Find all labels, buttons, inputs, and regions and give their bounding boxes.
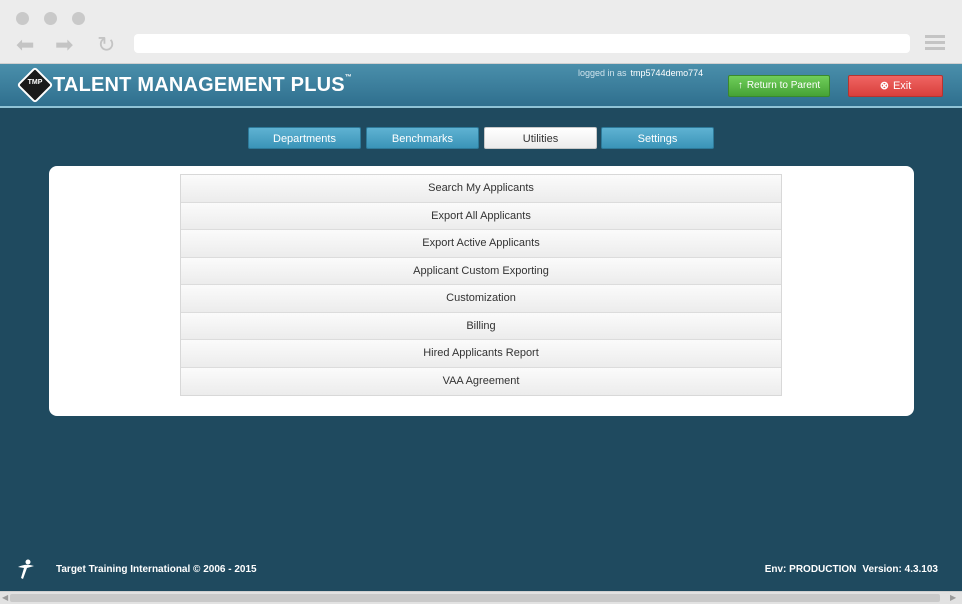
menu-item-export-all-applicants[interactable]: Export All Applicants [181,202,781,230]
exit-button[interactable]: ⊗ Exit [848,75,943,97]
app-header: TMP TALENT MANAGEMENT PLUS™ logged in as… [0,64,962,108]
username: tmp5744demo774 [630,68,704,78]
scroll-left-icon[interactable]: ◀ [2,593,8,602]
reload-icon[interactable]: ↻ [97,34,115,56]
menu-item-customization[interactable]: Customization [181,285,781,313]
tab-settings[interactable]: Settings [601,127,714,149]
close-circle-icon: ⊗ [879,80,889,92]
arrow-up-icon: ↑ [737,80,743,91]
window-close-dot[interactable] [16,12,29,25]
window-minimize-dot[interactable] [44,12,57,25]
env-label: Env: PRODUCTION [764,564,857,575]
address-bar[interactable] [134,34,910,53]
window-maximize-dot[interactable] [72,12,85,25]
utilities-panel: Search My Applicants Export All Applican… [49,166,914,416]
app-title: TALENT MANAGEMENT PLUS™ [53,74,352,96]
menu-item-search-my-applicants[interactable]: Search My Applicants [181,175,781,203]
back-arrow-icon[interactable]: ⬅ [16,34,34,56]
login-info: logged in as tmp5744demo774 [578,68,703,78]
environment-info: Env: PRODUCTION Version: 4.3.103 [759,564,938,575]
menu-item-hired-applicants-report[interactable]: Hired Applicants Report [181,340,781,368]
logged-in-label: logged in as [578,68,627,78]
menu-item-applicant-custom-exporting[interactable]: Applicant Custom Exporting [181,257,781,285]
forward-arrow-icon[interactable]: ➡ [55,34,73,56]
copyright-text: Target Training International © 2006 - 2… [56,564,257,575]
version-label: Version: 4.3.103 [862,564,938,575]
browser-chrome: ⬅ ➡ ↻ [0,0,962,64]
scroll-right-icon[interactable]: ▶ [950,593,956,602]
menu-item-export-active-applicants[interactable]: Export Active Applicants [181,230,781,258]
tab-benchmarks[interactable]: Benchmarks [366,127,479,149]
utilities-menu: Search My Applicants Export All Applican… [180,174,782,396]
menu-item-billing[interactable]: Billing [181,312,781,340]
tab-utilities[interactable]: Utilities [484,127,597,149]
tti-logo-icon [18,559,34,579]
menu-item-vaa-agreement[interactable]: VAA Agreement [181,367,781,395]
horizontal-scrollbar[interactable]: ◀ ▶ [0,591,962,604]
return-to-parent-button[interactable]: ↑ Return to Parent [728,75,830,97]
logo-text: TMP [27,79,43,86]
scrollbar-thumb[interactable] [10,594,940,602]
browser-menu-icon[interactable] [925,35,945,51]
app-container: TMP TALENT MANAGEMENT PLUS™ logged in as… [0,64,962,591]
tab-departments[interactable]: Departments [248,127,361,149]
